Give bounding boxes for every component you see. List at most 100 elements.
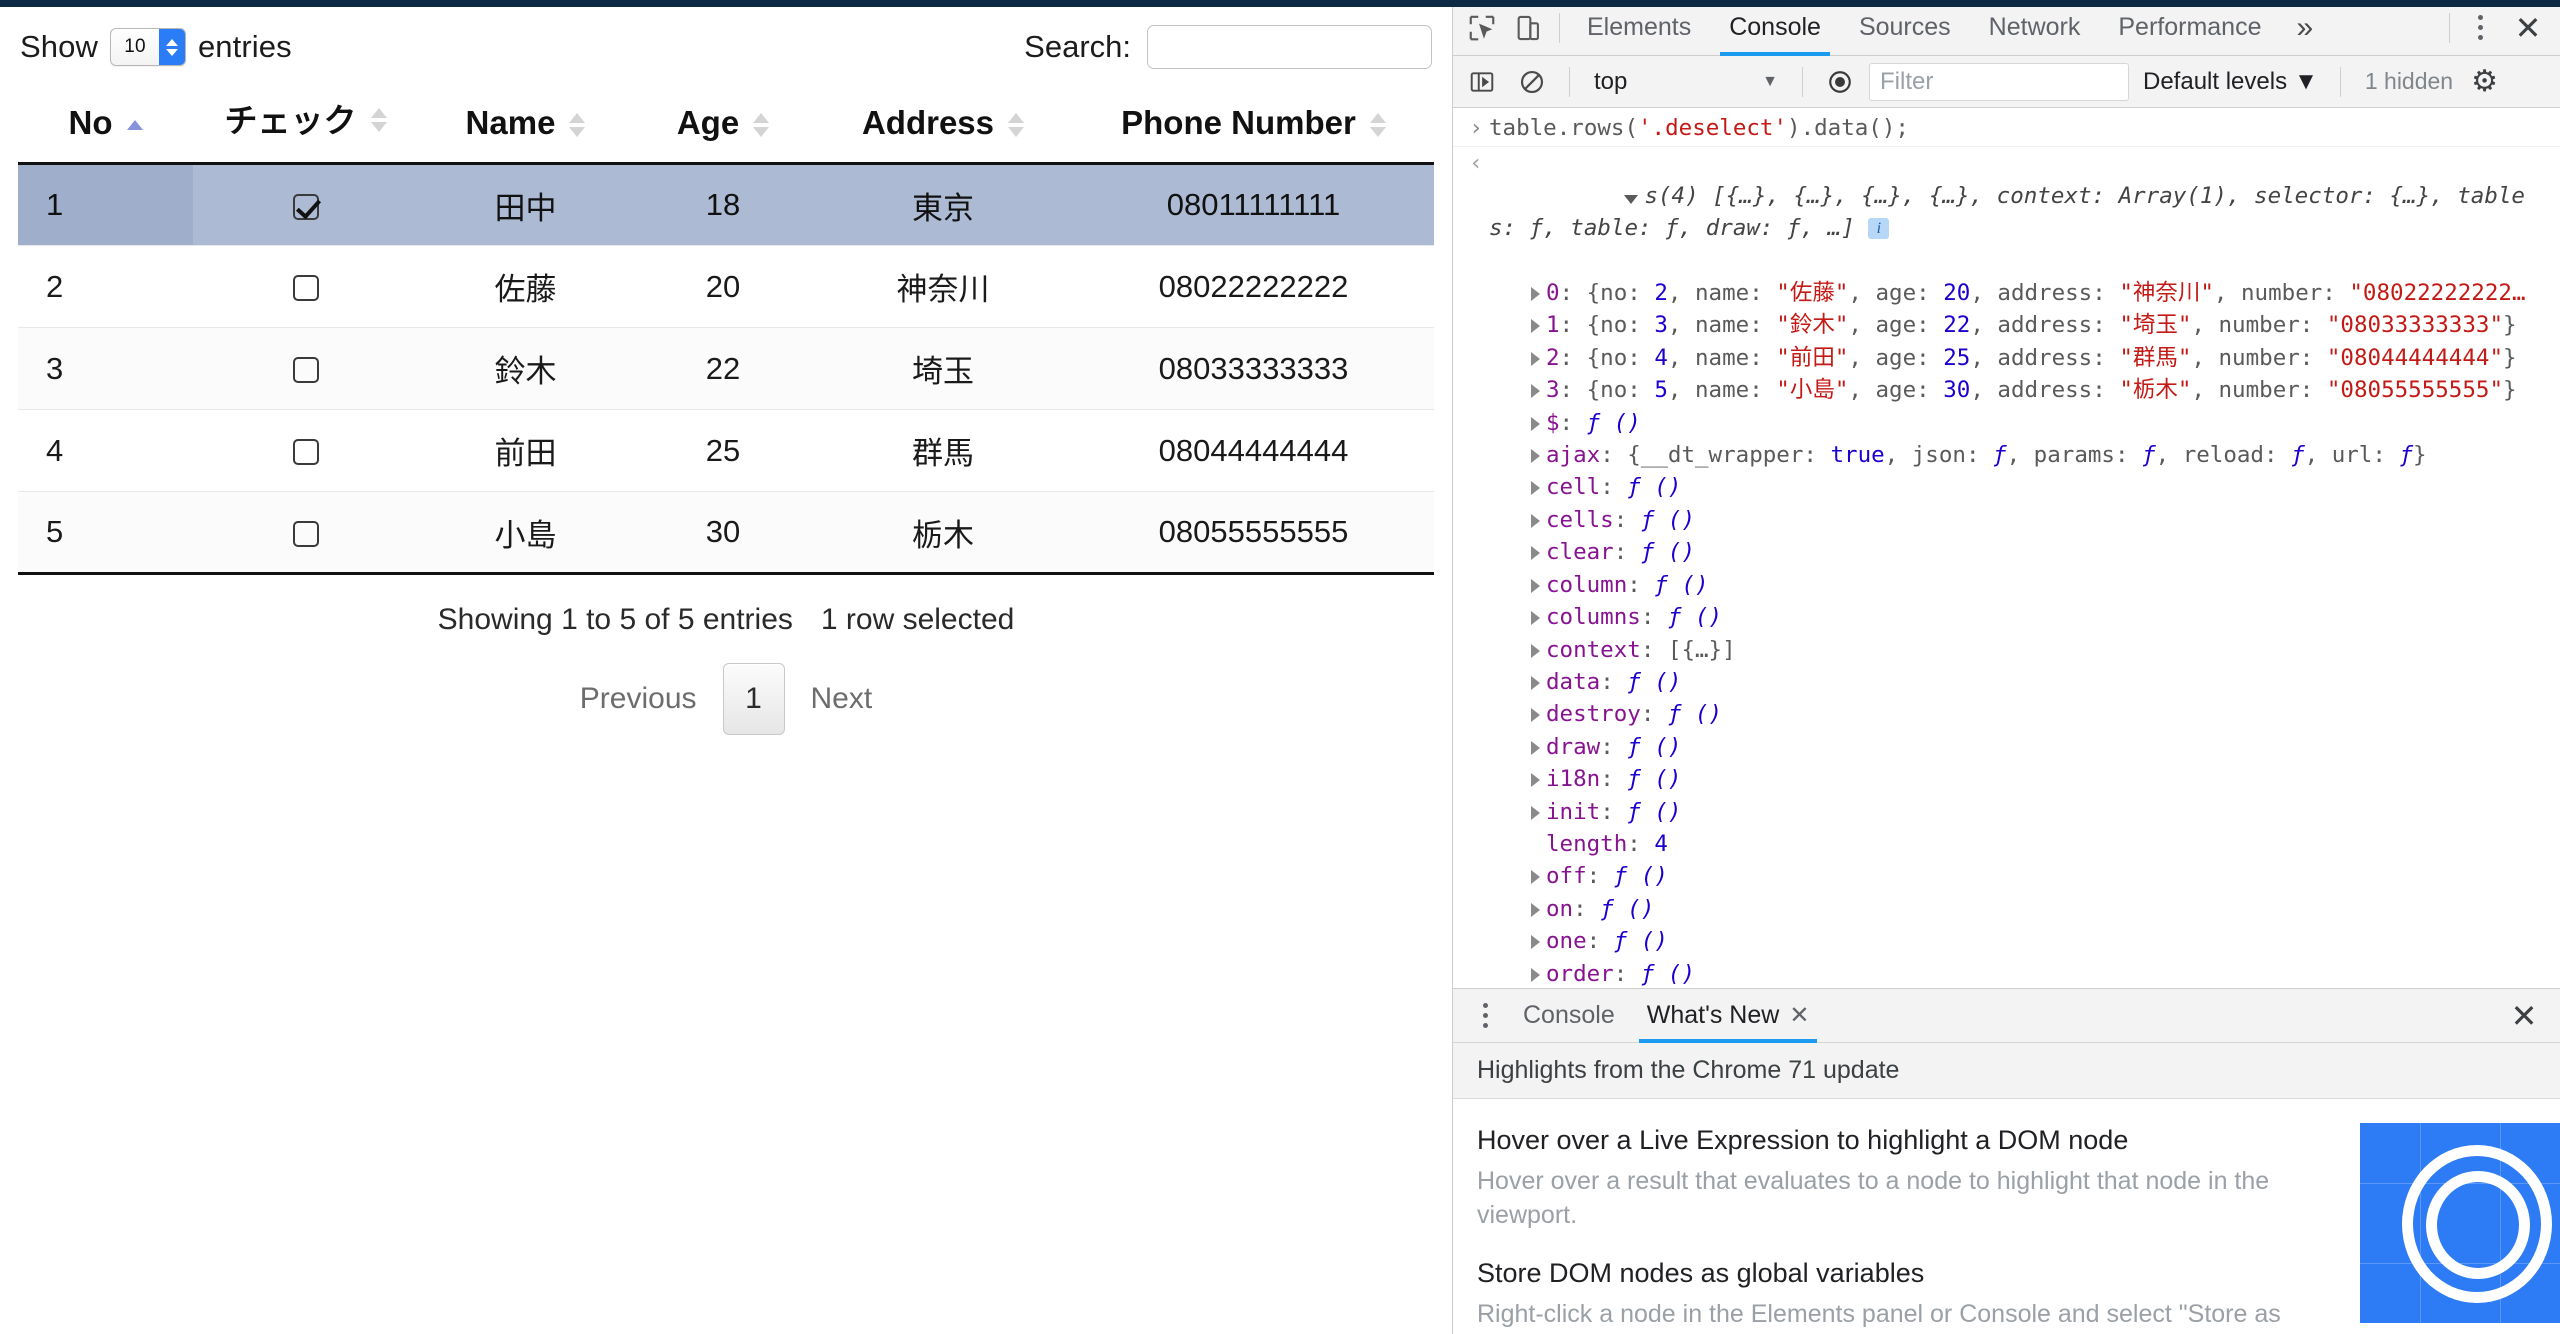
expand-triangle-icon[interactable] <box>1531 319 1540 334</box>
console-property-row[interactable]: data: ƒ () <box>1453 666 2560 698</box>
gear-icon[interactable]: ⚙ <box>2461 64 2498 99</box>
stepper-arrows-icon[interactable] <box>158 29 185 65</box>
entries-per-page-select[interactable]: 10 <box>109 28 186 66</box>
console-property-row[interactable]: $: ƒ () <box>1453 407 2560 439</box>
pagination-page-1[interactable]: 1 <box>722 663 785 735</box>
expand-triangle-icon[interactable] <box>1531 643 1540 658</box>
pagination-previous[interactable]: Previous <box>570 676 707 722</box>
table-row[interactable]: 5 小島 30 栃木 08055555555 <box>18 491 1434 575</box>
console-property-row[interactable]: ajax: {__dt_wrapper: true, json: ƒ, para… <box>1453 439 2560 471</box>
device-toolbar-icon[interactable] <box>1505 5 1551 51</box>
console-property-row[interactable]: columns: ƒ () <box>1453 601 2560 633</box>
log-levels-label: Default levels <box>2143 67 2288 95</box>
console-property-row[interactable]: one: ƒ () <box>1453 925 2560 957</box>
console-property-row[interactable]: cells: ƒ () <box>1453 504 2560 536</box>
checkbox-unchecked-icon[interactable] <box>292 520 319 547</box>
column-header-age[interactable]: Age <box>633 80 813 165</box>
devtools-menu-icon[interactable] <box>2458 6 2502 50</box>
drawer-tab-console[interactable]: Console <box>1507 989 1631 1043</box>
checkbox-checked-icon[interactable] <box>292 193 319 220</box>
console-property-row[interactable]: draw: ƒ () <box>1453 731 2560 763</box>
table-row[interactable]: 4 前田 25 群馬 08044444444 <box>18 409 1434 492</box>
expand-triangle-icon[interactable] <box>1531 449 1540 464</box>
expand-triangle-icon[interactable] <box>1531 384 1540 399</box>
column-header-address[interactable]: Address <box>813 80 1073 165</box>
whats-new-item-title[interactable]: Hover over a Live Expression to highligh… <box>1477 1125 2340 1156</box>
close-tab-icon[interactable]: ✕ <box>1789 1001 1809 1030</box>
expand-triangle-icon[interactable] <box>1531 675 1540 690</box>
search-input[interactable] <box>1147 25 1432 69</box>
expand-triangle-icon[interactable] <box>1531 546 1540 561</box>
console-property-row[interactable]: column: ƒ () <box>1453 569 2560 601</box>
expand-triangle-icon[interactable] <box>1531 967 1540 982</box>
checkbox-unchecked-icon[interactable] <box>292 439 319 466</box>
more-tabs-button[interactable]: » <box>2280 0 2329 56</box>
expand-triangle-icon[interactable] <box>1531 578 1540 593</box>
expand-triangle-icon[interactable] <box>1531 416 1540 431</box>
console-result-summary[interactable]: s(4) [{…}, {…}, {…}, {…}, context: Array… <box>1489 147 2552 277</box>
tab-performance[interactable]: Performance <box>2099 0 2280 56</box>
pagination-next[interactable]: Next <box>801 676 883 722</box>
expand-triangle-icon[interactable] <box>1531 935 1540 950</box>
close-devtools-icon[interactable]: ✕ <box>2502 5 2554 51</box>
whats-new-item-title[interactable]: Store DOM nodes as global variables <box>1477 1258 2340 1289</box>
table-row[interactable]: 1 田中 18 東京 08011111111 <box>18 163 1434 246</box>
console-property-row[interactable]: init: ƒ () <box>1453 796 2560 828</box>
table-row[interactable]: 3 鈴木 22 埼玉 08033333333 <box>18 327 1434 410</box>
expand-triangle-icon[interactable] <box>1531 513 1540 528</box>
console-property-row[interactable]: cell: ƒ () <box>1453 471 2560 503</box>
drawer-menu-icon[interactable] <box>1463 994 1507 1038</box>
expand-triangle-icon[interactable] <box>1531 611 1540 626</box>
console-filter-input[interactable]: Filter <box>1869 62 2129 101</box>
close-drawer-icon[interactable]: ✕ <box>2498 993 2550 1039</box>
console-property-row[interactable]: destroy: ƒ () <box>1453 698 2560 730</box>
console-array-item[interactable]: 2: {no: 4, name: "前田", age: 25, address:… <box>1453 342 2560 374</box>
console-property-row[interactable]: length: 4 <box>1453 828 2560 860</box>
console-property-row[interactable]: i18n: ƒ () <box>1453 763 2560 795</box>
execution-context-select[interactable]: top ▼ <box>1586 65 1786 99</box>
drawer-tab-whats-new[interactable]: What's New ✕ <box>1631 989 1826 1043</box>
info-badge-icon[interactable]: i <box>1868 218 1890 240</box>
console-sidebar-toggle-icon[interactable] <box>1461 61 1503 103</box>
cell-check[interactable] <box>193 245 418 328</box>
expand-triangle-icon[interactable] <box>1531 870 1540 885</box>
clear-console-icon[interactable] <box>1511 61 1553 103</box>
column-header-name[interactable]: Name <box>418 80 633 165</box>
tab-network[interactable]: Network <box>1970 0 2100 56</box>
column-header-check[interactable]: チェック <box>193 80 418 165</box>
column-header-no[interactable]: No <box>18 80 193 165</box>
console-property-row[interactable]: context: [{…}] <box>1453 634 2560 666</box>
console-property-row[interactable]: clear: ƒ () <box>1453 536 2560 568</box>
cell-check[interactable] <box>193 409 418 492</box>
cell-check[interactable] <box>193 491 418 575</box>
console-output[interactable]: › table.rows('.deselect').data(); ‹ s(4)… <box>1453 108 2560 988</box>
hidden-messages-count[interactable]: 1 hidden <box>2357 68 2453 95</box>
live-expression-eye-icon[interactable] <box>1819 61 1861 103</box>
checkbox-unchecked-icon[interactable] <box>292 357 319 384</box>
log-levels-select[interactable]: Default levels ▼ <box>2137 68 2324 96</box>
inspect-element-icon[interactable] <box>1459 5 1505 51</box>
console-array-item[interactable]: 0: {no: 2, name: "佐藤", age: 20, address:… <box>1453 277 2560 309</box>
column-header-phone[interactable]: Phone Number <box>1073 80 1434 165</box>
tab-elements[interactable]: Elements <box>1568 0 1710 56</box>
expand-triangle-icon[interactable] <box>1531 708 1540 723</box>
expand-triangle-icon[interactable] <box>1531 481 1540 496</box>
tab-console[interactable]: Console <box>1710 0 1840 56</box>
console-array-item[interactable]: 3: {no: 5, name: "小島", age: 30, address:… <box>1453 374 2560 406</box>
console-property-row[interactable]: on: ƒ () <box>1453 893 2560 925</box>
expand-triangle-icon[interactable] <box>1531 805 1540 820</box>
console-array-item[interactable]: 1: {no: 3, name: "鈴木", age: 22, address:… <box>1453 309 2560 341</box>
checkbox-unchecked-icon[interactable] <box>292 275 319 302</box>
console-property-row[interactable]: off: ƒ () <box>1453 860 2560 892</box>
console-property-row[interactable]: order: ƒ () <box>1453 958 2560 988</box>
expand-triangle-icon[interactable] <box>1531 740 1540 755</box>
expand-triangle-icon[interactable] <box>1531 351 1540 366</box>
cell-check[interactable] <box>193 163 418 246</box>
expand-triangle-icon[interactable] <box>1531 902 1540 917</box>
expand-triangle-icon[interactable] <box>1531 773 1540 788</box>
expand-triangle-icon[interactable] <box>1624 194 1639 204</box>
table-row[interactable]: 2 佐藤 20 神奈川 08022222222 <box>18 245 1434 328</box>
tab-sources[interactable]: Sources <box>1840 0 1970 56</box>
cell-check[interactable] <box>193 327 418 410</box>
expand-triangle-icon[interactable] <box>1531 287 1540 302</box>
